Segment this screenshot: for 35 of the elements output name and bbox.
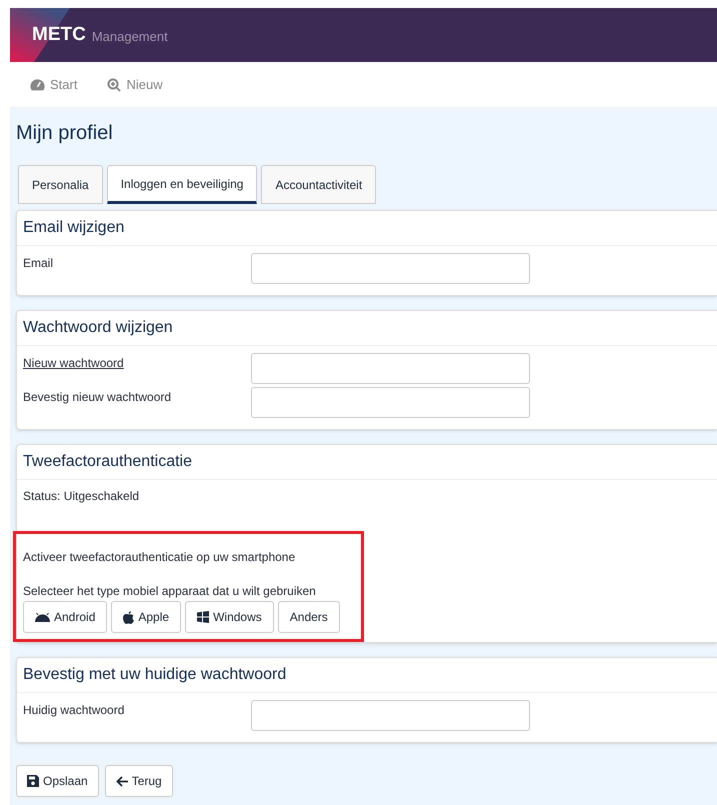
intro-text: Activeer tweefactorauthenticatie op uw smartphone xyxy=(23,549,296,566)
field-label: Email xyxy=(23,255,54,272)
field-label: Bevestig nieuw wachtwoord xyxy=(23,389,172,406)
tab[interactable]: Personalia xyxy=(18,165,103,204)
device-button[interactable]: Android xyxy=(23,601,108,633)
input-field[interactable] xyxy=(251,387,530,418)
field-label: Nieuw wachtwoord xyxy=(23,355,125,372)
arrow-left-icon xyxy=(116,776,128,786)
panel-title: Email wijzigen xyxy=(17,211,717,246)
windows-icon xyxy=(197,611,210,623)
page-title: Mijn profiel xyxy=(16,121,114,145)
nav-link[interactable]: Start xyxy=(30,74,78,94)
panel-title: Bevestig met uw huidige wachtwoord xyxy=(17,658,717,693)
brand-logo[interactable]: METC xyxy=(32,20,86,50)
nav-link[interactable]: Nieuw xyxy=(107,74,163,94)
action-button[interactable]: Terug xyxy=(104,765,173,797)
tab[interactable]: Inloggen en beveiliging xyxy=(106,165,258,204)
input-field[interactable] xyxy=(251,353,530,384)
apple-icon xyxy=(123,610,134,624)
device-button[interactable]: Apple xyxy=(111,601,182,633)
prompt-text: Selecteer het type mobiel apparaat dat u wilt gebruiken xyxy=(23,583,317,600)
device-button[interactable]: Anders xyxy=(278,601,340,633)
field-label: Huidig wachtwoord xyxy=(23,702,126,719)
action-button[interactable]: Opslaan xyxy=(16,765,99,797)
status-text: Status: Uitgeschakeld xyxy=(23,488,140,505)
input-field[interactable] xyxy=(251,253,530,284)
zoom-in-icon xyxy=(107,78,122,92)
panel-title: Wachtwoord wijzigen xyxy=(17,311,717,346)
panel-title: Tweefactorauthenticatie xyxy=(17,445,717,480)
android-icon xyxy=(35,612,50,622)
input-field[interactable] xyxy=(251,700,530,731)
gauge-icon xyxy=(30,78,45,91)
device-button[interactable]: Windows xyxy=(185,601,274,633)
tab[interactable]: Accountactiviteit xyxy=(261,165,376,204)
brand-subtitle: Management xyxy=(92,28,168,46)
